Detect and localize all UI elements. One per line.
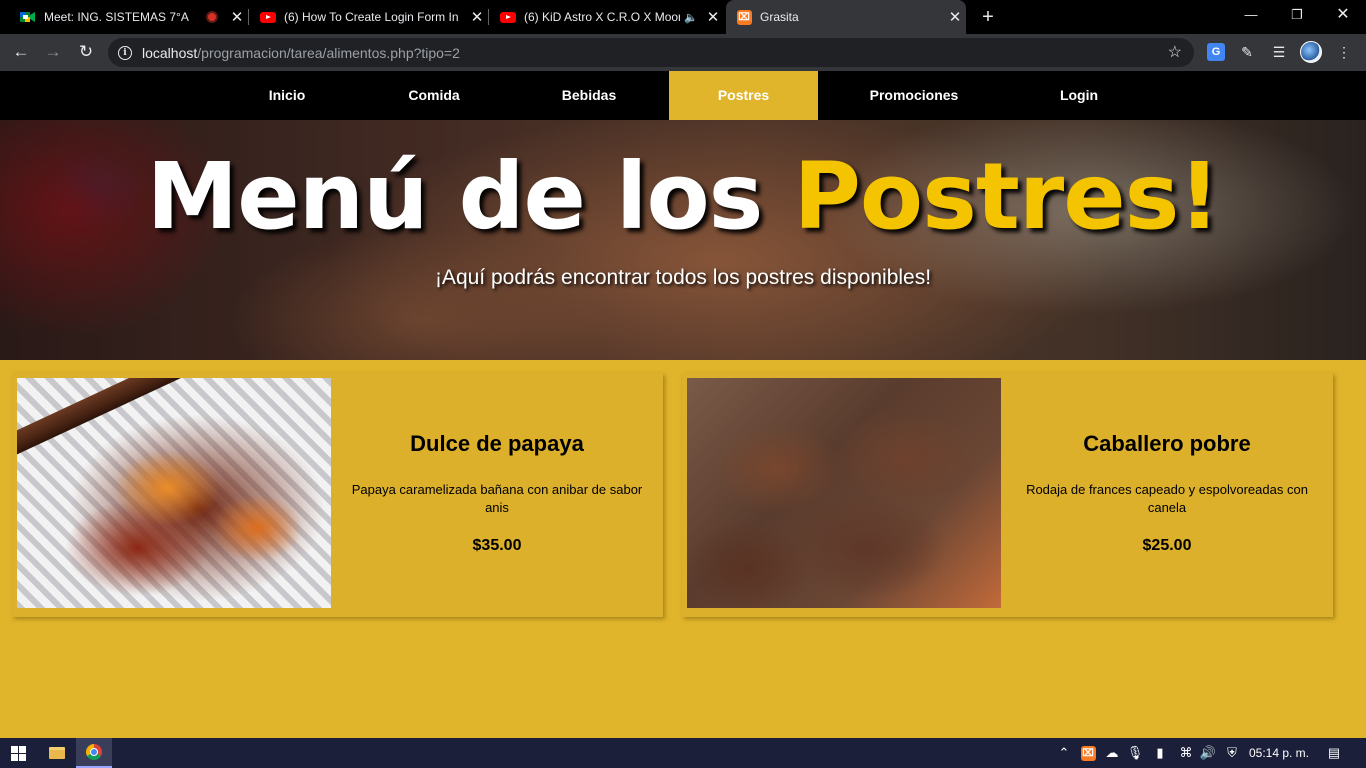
tab-title: Grasita (760, 10, 799, 24)
product-price: $25.00 (1142, 537, 1192, 554)
tab-title: (6) KiD Astro X C.R.O X Moon (524, 10, 681, 24)
product-description: Rodaja de frances capeado y espolvoreada… (1026, 482, 1308, 515)
google-translate-icon[interactable]: G (1204, 40, 1228, 64)
product-info: Caballero pobre Rodaja de frances capead… (1001, 373, 1333, 617)
tab-youtube-login-form[interactable]: (6) How To Create Login Form In ✕ (250, 0, 488, 34)
product-image-caballero-pobre (687, 378, 1001, 608)
windows-taskbar: ⌃ ⌧ ☁ 🎙 ▮ ⌘ 🔊 ⛨ 05:14 p. m. ▤ (0, 738, 1366, 768)
info-icon[interactable]: i (118, 45, 132, 60)
nav-postres[interactable]: Postres (669, 71, 818, 120)
product-description: Papaya caramelizada bañana con anibar de… (351, 482, 643, 515)
nav-bebidas[interactable]: Bebidas (527, 71, 651, 120)
close-tab-icon[interactable]: ✕ (702, 8, 724, 26)
url-text: localhost/programacion/tarea/alimentos.p… (142, 44, 460, 61)
chrome-taskbar-icon[interactable] (76, 738, 112, 768)
page-content: Inicio Comida Bebidas Postres Promocione… (0, 71, 1366, 738)
product-name: Caballero pobre (1083, 431, 1251, 456)
tab-title: (6) How To Create Login Form In (284, 10, 459, 24)
wifi-icon[interactable]: ⌘ (1176, 738, 1196, 768)
address-bar[interactable]: i localhost/programacion/tarea/alimentos… (108, 38, 1194, 67)
tab-divider (248, 9, 249, 25)
tab-divider (488, 9, 489, 25)
nav-promociones[interactable]: Promociones (852, 71, 976, 120)
product-price: $35.00 (472, 537, 522, 554)
taskbar-clock[interactable]: 05:14 p. m. (1244, 738, 1314, 768)
tab-grasita[interactable]: ⌧ Grasita ✕ (726, 0, 966, 34)
reload-icon[interactable]: ↻ (73, 39, 99, 65)
browser-tab-strip: Meet: ING. SISTEMAS 7°A ✕ (6) How To Cre… (0, 0, 1366, 34)
nav-login[interactable]: Login (1017, 71, 1141, 120)
youtube-icon (500, 9, 516, 25)
new-tab-button[interactable]: + (976, 4, 1000, 30)
microphone-icon[interactable]: 🎙 (1126, 738, 1144, 768)
file-explorer-icon[interactable] (42, 738, 72, 768)
tab-title: Meet: ING. SISTEMAS 7°A (44, 10, 189, 24)
volume-icon[interactable]: 🔊 (1198, 738, 1218, 768)
xampp-icon: ⌧ (736, 9, 752, 25)
profile-avatar[interactable] (1299, 40, 1323, 64)
product-image-papaya (17, 378, 331, 608)
hero-subtitle: ¡Aquí podrás encontrar todos los postres… (434, 266, 932, 289)
google-meet-icon (20, 9, 36, 25)
onedrive-cloud-icon[interactable]: ☁ (1102, 738, 1122, 768)
hero-title-accent: Postres! (793, 143, 1220, 250)
browser-toolbar: ← → ↻ i localhost/programacion/tarea/ali… (0, 34, 1366, 71)
close-window-button[interactable]: ✕ (1320, 0, 1366, 30)
chevron-up-icon[interactable]: ⌃ (1054, 738, 1074, 768)
back-arrow-icon[interactable]: ← (8, 39, 34, 65)
extensions-puzzle-icon[interactable]: ✎ (1235, 40, 1259, 64)
menu-kebab-icon[interactable]: ⋮ (1332, 40, 1356, 64)
hero-banner: Menú de los Postres! ¡Aquí podrás encont… (0, 120, 1366, 360)
forward-arrow-icon[interactable]: → (40, 39, 66, 65)
site-navbar: Inicio Comida Bebidas Postres Promocione… (0, 71, 1366, 120)
minimize-button[interactable]: — (1228, 0, 1274, 30)
nav-comida[interactable]: Comida (372, 71, 496, 120)
nav-inicio[interactable]: Inicio (225, 71, 349, 120)
tab-meet[interactable]: Meet: ING. SISTEMAS 7°A ✕ (10, 0, 248, 34)
windows-start-icon[interactable] (0, 738, 36, 768)
media-queue-icon[interactable]: ☰ (1267, 40, 1291, 64)
notifications-icon[interactable]: ▤ (1320, 738, 1348, 768)
close-tab-icon[interactable]: ✕ (466, 8, 488, 26)
bookmark-star-icon[interactable]: ☆ (1168, 42, 1182, 62)
speaker-icon[interactable]: 🔈 (684, 11, 698, 24)
close-tab-icon[interactable]: ✕ (226, 8, 248, 26)
restore-button[interactable]: ❐ (1274, 0, 1320, 30)
youtube-icon (260, 9, 276, 25)
product-name: Dulce de papaya (410, 431, 584, 456)
recording-icon (204, 9, 220, 25)
xampp-tray-icon[interactable]: ⌧ (1078, 738, 1098, 768)
product-card: Dulce de papaya Papaya caramelizada baña… (12, 373, 663, 617)
tab-youtube-music[interactable]: (6) KiD Astro X C.R.O X Moon 🔈 ✕ (490, 0, 724, 34)
battery-icon[interactable]: ▮ (1150, 738, 1170, 768)
product-info: Dulce de papaya Papaya caramelizada baña… (331, 373, 663, 617)
product-card: Caballero pobre Rodaja de frances capead… (682, 373, 1333, 617)
security-shield-icon[interactable]: ⛨ (1222, 738, 1242, 768)
close-tab-icon[interactable]: ✕ (944, 8, 966, 26)
hero-title: Menú de los Postres! (146, 143, 1221, 250)
